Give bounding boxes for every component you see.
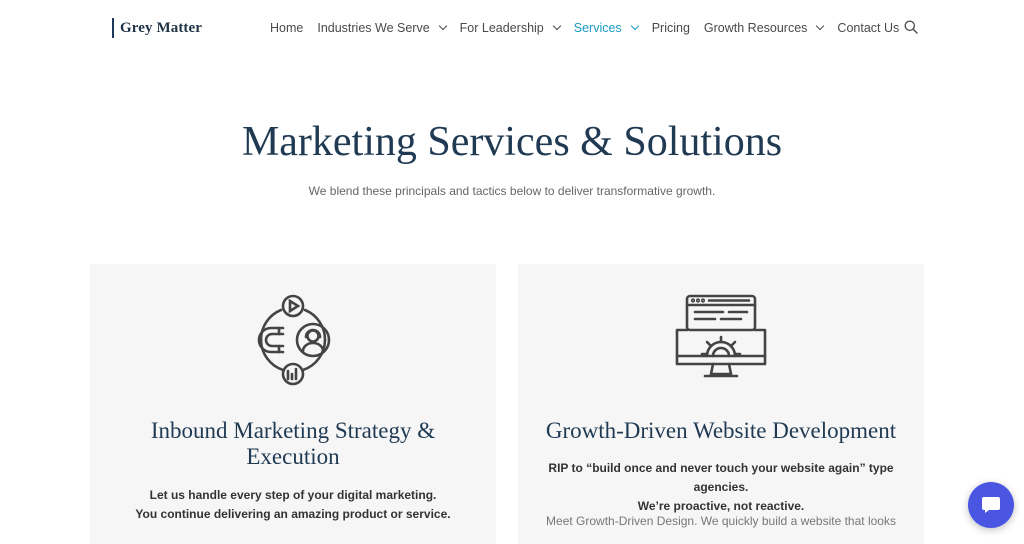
nav-item-industries[interactable]: Industries We Serve [317, 21, 447, 35]
nav-item-pricing[interactable]: Pricing [652, 21, 690, 35]
logo-bar [112, 18, 114, 38]
nav-label: Growth Resources [703, 21, 808, 35]
nav-label: Industries We Serve [317, 21, 430, 35]
card-highlight-line: Let us handle every step of your digital… [149, 488, 437, 502]
card-highlight-line: RIP to “build once and never touch your … [548, 461, 894, 494]
search-icon[interactable] [904, 20, 918, 34]
chevron-down-icon [438, 21, 447, 31]
card-title: Inbound Marketing Strategy & Execution [150, 418, 436, 469]
nav-label: Services [573, 21, 622, 35]
inbound-marketing-icon [257, 294, 331, 386]
nav-label: Home [270, 21, 304, 35]
card-highlight: Let us handle every step of your digital… [110, 486, 476, 524]
card-highlight: RIP to “build once and never touch your … [538, 459, 904, 516]
chat-icon [982, 497, 1000, 513]
card-body: Meet Growth-Driven Design. We quickly bu… [546, 514, 896, 528]
nav-label: Contact Us [837, 21, 900, 35]
nav-item-contact[interactable]: Contact Us [837, 21, 899, 35]
main-nav: Home Industries We Serve For Leadership … [270, 18, 913, 38]
nav-item-growth-resources[interactable]: Growth Resources [703, 21, 825, 35]
logo-text: Grey Matter [120, 19, 203, 36]
chevron-down-icon [816, 21, 825, 31]
service-card-inbound[interactable]: Inbound Marketing Strategy & Execution L… [90, 264, 496, 544]
card-highlight-line: You continue delivering an amazing produ… [135, 507, 451, 521]
chevron-down-icon [552, 21, 561, 31]
nav-item-home[interactable]: Home [270, 21, 303, 35]
chevron-down-icon [630, 21, 639, 31]
service-card-website[interactable]: Growth-Driven Website Development RIP to… [518, 264, 924, 544]
nav-item-leadership[interactable]: For Leadership [459, 21, 561, 35]
nav-item-services[interactable]: Services [573, 21, 639, 35]
site-header: Grey Matter Home Industries We Serve For… [0, 0, 1024, 56]
nav-label: Pricing [651, 21, 690, 35]
card-title: Growth-Driven Website Development [545, 418, 897, 443]
chat-button[interactable] [968, 482, 1014, 528]
website-development-icon [675, 294, 767, 378]
logo[interactable]: Grey Matter [112, 18, 202, 38]
page-title: Marketing Services & Solutions [241, 119, 783, 165]
page-subtitle: We blend these principals and tactics be… [308, 184, 716, 198]
nav-label: For Leadership [459, 21, 544, 35]
